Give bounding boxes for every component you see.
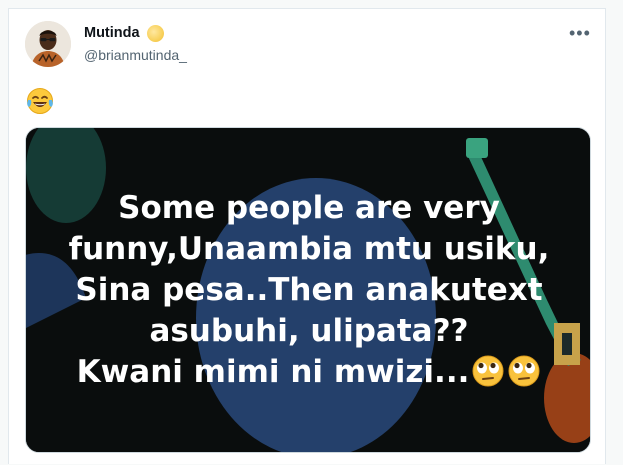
meme-caption: Some people are very funny,Unaambia mtu … xyxy=(26,188,590,393)
author-avatar[interactable] xyxy=(25,21,71,67)
meme-line: Some people are very xyxy=(118,190,500,226)
person-avatar-icon xyxy=(25,21,71,67)
face-with-rolling-eyes-icon xyxy=(508,355,540,387)
meme-line: funny,Unaambia mtu usiku, xyxy=(68,231,550,267)
meme-line: asubuhi, ulipata?? xyxy=(149,313,469,349)
tweet-image[interactable]: Some people are very funny,Unaambia mtu … xyxy=(25,127,591,453)
gold-badge-icon xyxy=(147,25,164,42)
author-name[interactable]: Mutinda xyxy=(84,25,140,41)
meme-line-last: Kwani mimi ni mwizi... xyxy=(26,352,590,393)
meme-line: Sina pesa..Then anakutext xyxy=(75,272,543,308)
face-with-rolling-eyes-icon xyxy=(472,355,504,387)
author-handle[interactable]: @brianmutinda_ xyxy=(84,47,187,63)
tweet-card[interactable]: Mutinda @brianmutinda_ ••• Some people a… xyxy=(8,8,606,464)
tears-of-joy-icon xyxy=(27,88,53,114)
more-options-icon[interactable]: ••• xyxy=(569,24,591,42)
meme-line-text: Kwani mimi ni mwizi... xyxy=(76,354,470,390)
